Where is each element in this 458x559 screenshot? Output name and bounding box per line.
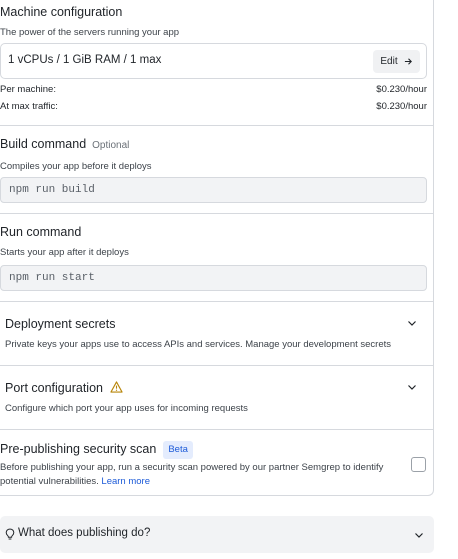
what-does-publishing-do-accordion[interactable]: What does publishing do? bbox=[0, 516, 434, 553]
port-configuration-label: Port configuration bbox=[5, 381, 103, 395]
per-machine-cost: $0.230/hour bbox=[376, 84, 427, 95]
run-command-input[interactable]: npm run start bbox=[0, 265, 427, 291]
machine-config-value: 1 vCPUs / 1 GiB RAM / 1 max bbox=[8, 54, 162, 66]
security-scan-label: Pre-publishing security scan bbox=[0, 442, 157, 456]
chevron-down-icon[interactable] bbox=[414, 530, 424, 540]
deployment-secrets-title: Deployment secrets bbox=[5, 317, 116, 331]
security-scan-description-text: potential vulnerabilities. bbox=[0, 476, 99, 487]
edit-machine-button[interactable]: Edit bbox=[373, 50, 420, 73]
max-traffic-label: At max traffic: bbox=[0, 101, 58, 112]
edit-label: Edit bbox=[380, 56, 398, 67]
security-scan-checkbox[interactable] bbox=[411, 457, 426, 472]
beta-badge: Beta bbox=[163, 441, 193, 459]
chevron-down-icon[interactable] bbox=[407, 382, 417, 392]
per-machine-row: Per machine: $0.230/hour bbox=[0, 84, 427, 95]
machine-config-box: 1 vCPUs / 1 GiB RAM / 1 max Edit bbox=[0, 43, 427, 79]
run-command-title: Run command bbox=[0, 225, 82, 239]
max-traffic-row: At max traffic: $0.230/hour bbox=[0, 101, 427, 112]
deployment-secrets-section[interactable]: Deployment secrets Private keys your app… bbox=[0, 301, 433, 365]
machine-configuration-title: Machine configuration bbox=[0, 5, 123, 19]
run-command-section: Run command Starts your app after it dep… bbox=[0, 224, 433, 259]
build-command-subtitle: Compiles your app before it deploys bbox=[0, 161, 152, 172]
divider bbox=[0, 213, 433, 214]
faq-label: What does publishing do? bbox=[18, 527, 151, 539]
run-command-subtitle: Starts your app after it deploys bbox=[0, 247, 129, 258]
build-command-section: Build command Optional Compiles your app … bbox=[0, 136, 433, 173]
chevron-down-icon[interactable] bbox=[407, 318, 417, 328]
port-configuration-section[interactable]: Port configuration Configure which port … bbox=[0, 365, 433, 429]
port-configuration-description: Configure which port your app uses for i… bbox=[5, 403, 248, 414]
machine-configuration-subtitle: The power of the servers running your ap… bbox=[0, 27, 180, 38]
deployment-secrets-description: Private keys your apps use to access API… bbox=[5, 339, 391, 350]
build-command-input[interactable]: npm run build bbox=[0, 177, 427, 203]
security-scan-description-line1: Before publishing your app, run a securi… bbox=[0, 462, 384, 473]
security-scan-title: Pre-publishing security scan Beta bbox=[0, 441, 193, 459]
arrow-right-icon bbox=[404, 58, 412, 65]
machine-configuration-section: Machine configuration The power of the s… bbox=[0, 4, 433, 39]
optional-label: Optional bbox=[92, 140, 130, 151]
port-configuration-title: Port configuration bbox=[5, 380, 124, 396]
divider bbox=[0, 125, 433, 126]
build-command-title: Build command Optional bbox=[0, 136, 433, 154]
lightbulb-icon bbox=[5, 528, 15, 540]
security-scan-description-line2: potential vulnerabilities. Learn more bbox=[0, 475, 150, 488]
warning-icon bbox=[110, 381, 124, 393]
max-traffic-cost: $0.230/hour bbox=[376, 101, 427, 112]
build-command-label: Build command bbox=[0, 137, 87, 151]
per-machine-label: Per machine: bbox=[0, 84, 56, 95]
security-scan-section: Pre-publishing security scan Beta Before … bbox=[0, 429, 433, 495]
learn-more-link[interactable]: Learn more bbox=[101, 476, 150, 487]
